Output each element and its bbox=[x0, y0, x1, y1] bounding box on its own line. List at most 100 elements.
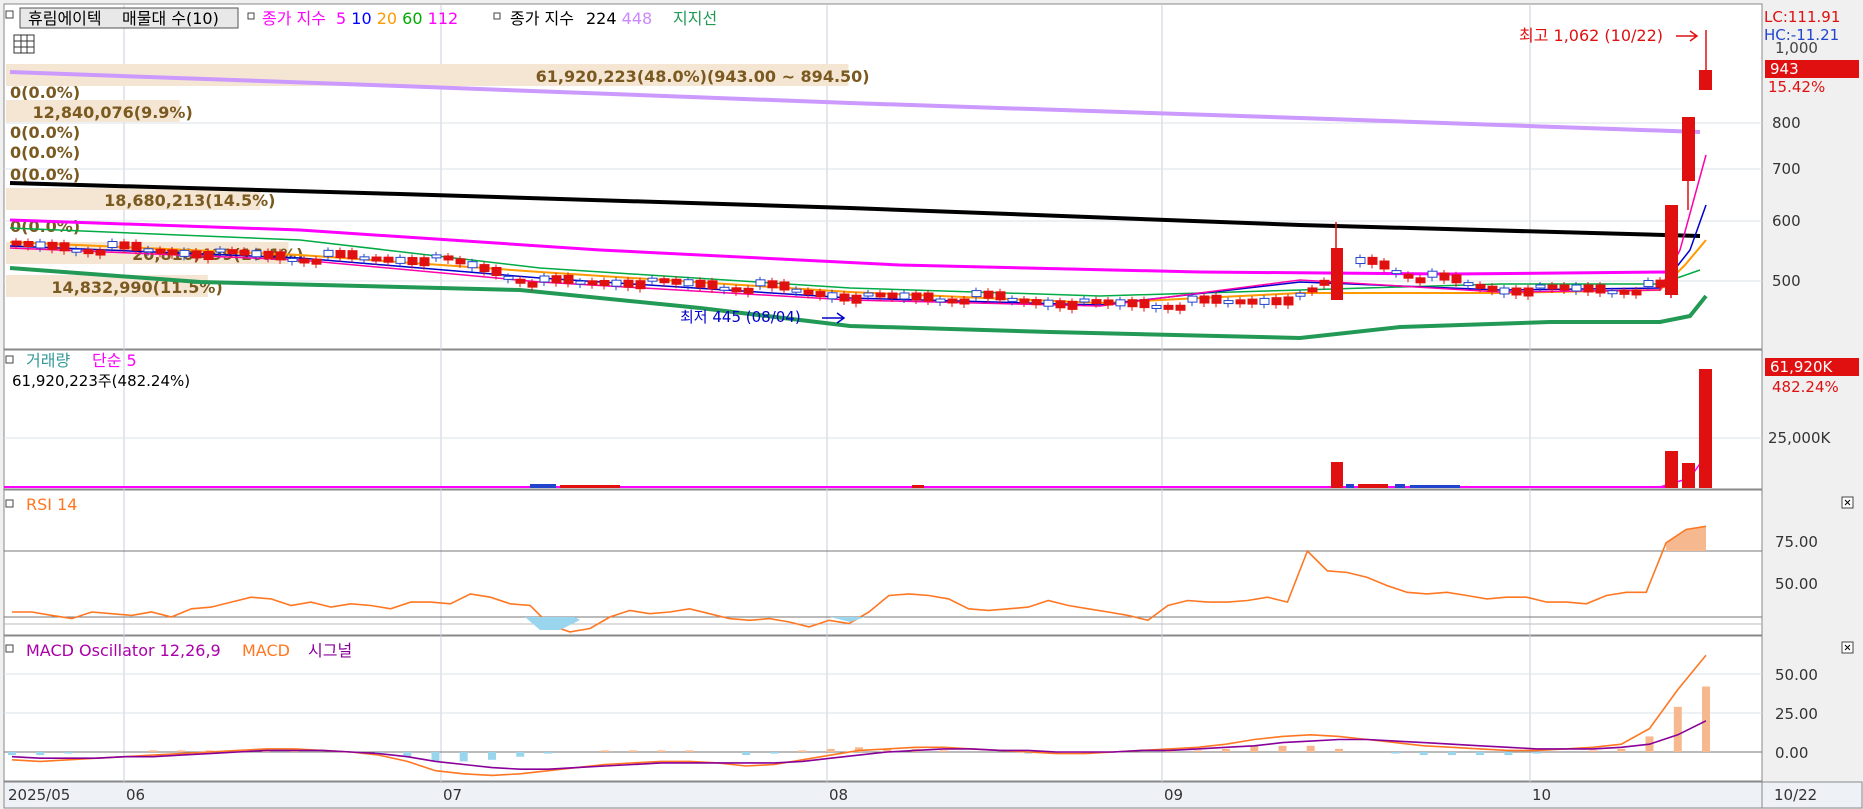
candle bbox=[1319, 279, 1330, 286]
candle-oct-b bbox=[1682, 117, 1695, 181]
macd-osc-bar bbox=[8, 752, 16, 756]
macd-osc-bar bbox=[1476, 752, 1485, 756]
candle bbox=[59, 242, 70, 252]
ma-period-60: 60 bbox=[397, 9, 422, 28]
candle bbox=[779, 281, 790, 291]
rsi-panel[interactable] bbox=[3, 489, 1763, 636]
x-label-start: 2025/05 bbox=[8, 786, 70, 804]
table-icon[interactable] bbox=[13, 34, 35, 54]
candle bbox=[107, 241, 118, 248]
candle bbox=[959, 298, 970, 305]
candle bbox=[1103, 299, 1114, 306]
ma-label: 종가 지수 bbox=[262, 9, 326, 28]
candle bbox=[1391, 270, 1402, 275]
macd-osc-bar bbox=[685, 750, 694, 752]
candle bbox=[671, 278, 682, 285]
candle bbox=[563, 274, 574, 284]
signal-label: 시그널 bbox=[308, 641, 352, 660]
volume-profile-label: 0(0.0%) bbox=[10, 83, 80, 102]
volume-panel[interactable] bbox=[3, 349, 1763, 490]
candle bbox=[1499, 287, 1510, 295]
candle bbox=[335, 250, 346, 259]
macd-osc-bar bbox=[459, 752, 468, 762]
candle bbox=[1187, 295, 1198, 303]
candle bbox=[395, 256, 406, 264]
candle bbox=[167, 249, 178, 256]
macd-osc-bar bbox=[600, 750, 609, 752]
candle bbox=[431, 254, 442, 259]
candle bbox=[1091, 299, 1102, 305]
candle bbox=[119, 241, 130, 250]
macd-osc-bar bbox=[1702, 686, 1710, 752]
macd-osc-bar bbox=[516, 752, 525, 757]
lc-label: LC:111.91 bbox=[1764, 8, 1840, 26]
volume-info: 61,920,223주(482.24%) bbox=[12, 372, 190, 390]
candle bbox=[1535, 284, 1546, 289]
macd-osc-bar bbox=[657, 750, 666, 752]
candle bbox=[1655, 279, 1666, 288]
stock-name: 휴림에이텍 bbox=[28, 9, 102, 28]
candle bbox=[1235, 299, 1246, 305]
macd-osc-bar bbox=[1419, 752, 1428, 756]
volume-tick: 25,000K bbox=[1768, 429, 1831, 447]
candle bbox=[419, 257, 430, 267]
candle bbox=[275, 251, 286, 261]
ma-period-20: 20 bbox=[372, 9, 397, 28]
candle bbox=[1199, 295, 1210, 304]
x-label-09: 09 bbox=[1164, 786, 1183, 804]
candle bbox=[1607, 290, 1618, 295]
macd-osc-bar bbox=[36, 752, 45, 756]
macd-osc-bar bbox=[629, 750, 638, 752]
macd-osc-bar bbox=[1617, 748, 1626, 752]
macd-osc-bar bbox=[488, 752, 496, 760]
volume-title: 거래량 bbox=[26, 351, 70, 370]
x-label-08: 08 bbox=[829, 786, 848, 804]
macd-osc-bar bbox=[1447, 752, 1456, 756]
volume-profile-label: 12,840,076(9.9%) bbox=[33, 103, 193, 122]
macd-osc-bar bbox=[1222, 748, 1230, 752]
candle bbox=[971, 290, 982, 298]
candle bbox=[539, 275, 550, 283]
candle bbox=[407, 257, 418, 266]
volume-bar-oct-b bbox=[1682, 463, 1695, 488]
candle bbox=[443, 255, 454, 261]
ma-period-224: 224 bbox=[586, 9, 617, 28]
candle bbox=[23, 241, 34, 247]
candle bbox=[1271, 297, 1282, 306]
macd-tick-0: 0.00 bbox=[1775, 744, 1808, 762]
macd-osc-bar bbox=[1278, 745, 1287, 752]
candle bbox=[599, 280, 610, 286]
candle bbox=[1295, 292, 1306, 297]
candle bbox=[923, 292, 934, 302]
candle bbox=[755, 279, 766, 287]
candle bbox=[1583, 284, 1594, 293]
candle bbox=[1631, 289, 1642, 296]
candle bbox=[719, 286, 730, 291]
candle bbox=[1451, 274, 1462, 284]
candle bbox=[467, 261, 478, 269]
candle bbox=[743, 287, 754, 294]
candle bbox=[551, 275, 562, 284]
candle bbox=[707, 280, 718, 290]
candle-oct-a bbox=[1665, 205, 1678, 295]
candle bbox=[215, 248, 226, 253]
current-price: 943 bbox=[1770, 60, 1799, 78]
svg-text:61,920K: 61,920K bbox=[1770, 358, 1833, 376]
candle bbox=[911, 292, 922, 301]
candle bbox=[983, 290, 994, 299]
candle bbox=[611, 279, 622, 287]
rsi-tick-50: 50.00 bbox=[1775, 575, 1818, 593]
macd-osc-bar bbox=[1391, 752, 1400, 754]
candle bbox=[1439, 272, 1450, 281]
candle bbox=[1379, 260, 1390, 270]
candle bbox=[803, 289, 814, 295]
x-label-06: 06 bbox=[126, 786, 145, 804]
macd-label: MACD bbox=[242, 641, 290, 660]
macd-osc-bar bbox=[798, 750, 807, 752]
candle bbox=[1151, 304, 1162, 309]
candle bbox=[359, 256, 370, 261]
volume-profile-label: 0(0.0%) bbox=[10, 123, 80, 142]
macd-osc-bar bbox=[1504, 752, 1513, 756]
candle bbox=[863, 292, 874, 297]
candle bbox=[1571, 284, 1582, 292]
